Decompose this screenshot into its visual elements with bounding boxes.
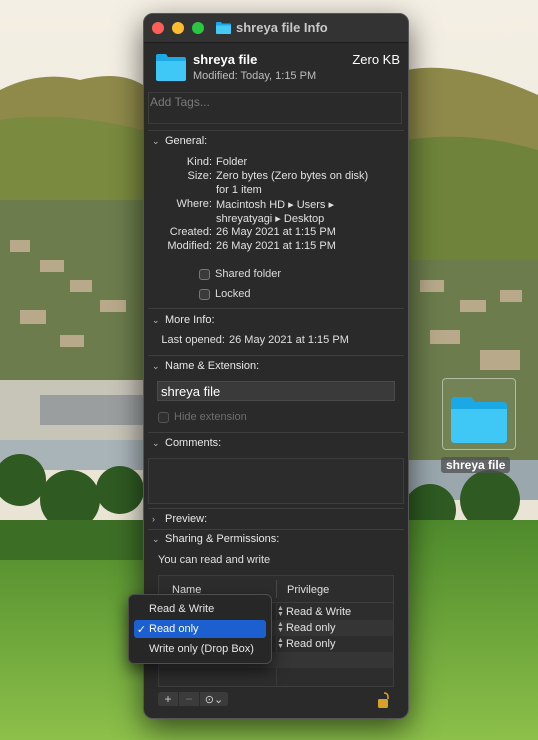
menu-item-read-write[interactable]: Read & Write <box>134 600 266 618</box>
section-preview-title: Preview: <box>165 513 208 525</box>
section-sharing-title: Sharing & Permissions: <box>165 533 280 545</box>
checkmark-icon: ✓ <box>136 623 147 636</box>
divider <box>148 308 404 309</box>
zoom-button[interactable] <box>192 22 204 34</box>
size-row: Size: Zero bytes (Zero bytes on disk) <box>144 170 408 182</box>
modified-label: Modified: <box>167 240 212 252</box>
checkbox[interactable] <box>199 288 210 300</box>
kind-label: Kind: <box>186 156 212 168</box>
modified-row: Modified: 26 May 2021 at 1:15 PM <box>144 240 408 252</box>
file-size-heading: Zero KB <box>352 52 400 67</box>
privilege-value: Read & Write <box>285 606 352 618</box>
modified-value: 26 May 2021 at 1:15 PM <box>216 240 336 252</box>
privilege-value: Read only <box>285 638 336 650</box>
divider <box>148 355 404 356</box>
size-value: Zero bytes (Zero bytes on disk) <box>216 170 369 182</box>
desktop-folder-label[interactable]: shreya file <box>441 457 511 473</box>
section-general-title: General: <box>165 135 208 147</box>
checkbox[interactable] <box>158 411 169 423</box>
section-more-info-title: More Info: <box>165 314 215 326</box>
folder-icon <box>451 397 507 443</box>
menu-item-write-only[interactable]: Write only (Drop Box) <box>134 640 266 658</box>
kind-value: Folder <box>216 156 248 168</box>
size-value-items: for 1 item <box>216 184 262 196</box>
close-button[interactable] <box>152 22 164 34</box>
hide-extension-checkbox[interactable]: Hide extension <box>158 411 247 423</box>
column-header-privilege[interactable]: Privilege <box>287 584 329 596</box>
remove-user-button[interactable]: − <box>179 692 200 706</box>
locked-label: Locked <box>215 288 251 300</box>
menu-item-label: Read & Write <box>149 603 215 615</box>
size-label: Size: <box>187 170 212 182</box>
divider <box>148 529 404 530</box>
created-row: Created: 26 May 2021 at 1:15 PM <box>144 226 408 238</box>
checkbox[interactable] <box>199 268 210 280</box>
chevron-down-icon: ⌄ <box>152 314 160 325</box>
title-bar[interactable]: shreya file Info <box>144 14 408 43</box>
chevron-down-icon: ⌄ <box>152 360 160 371</box>
kind-row: Kind: Folder <box>144 156 408 168</box>
tags-input[interactable]: Add Tags... <box>148 92 402 124</box>
chevron-down-icon: ⌄ <box>152 135 160 146</box>
column-divider <box>276 580 277 598</box>
up-down-arrow-icon: ▲ ▼ <box>277 605 284 618</box>
created-label: Created: <box>169 226 212 238</box>
shared-folder-checkbox[interactable]: Shared folder <box>199 268 281 280</box>
action-menu-button[interactable]: ⊙⌄ <box>200 692 229 706</box>
shared-folder-label: Shared folder <box>215 268 282 280</box>
last-opened-value: 26 May 2021 at 1:15 PM <box>229 334 349 346</box>
divider <box>148 130 404 131</box>
privilege-popup-menu: Read & Write ✓ Read only Write only (Dro… <box>128 594 272 664</box>
minimize-button[interactable] <box>172 22 184 34</box>
where-row-cont: shreyatyagi ▸ Desktop <box>144 212 408 225</box>
section-comments-toggle[interactable]: ⌄ Comments: <box>152 437 221 449</box>
privilege-value: Read only <box>285 622 336 634</box>
folder-icon <box>156 54 186 81</box>
up-down-arrow-icon: ▲ ▼ <box>277 637 284 650</box>
modified-summary: Modified: Today, 1:15 PM <box>193 70 317 82</box>
file-name-heading: shreya file <box>193 52 258 67</box>
section-sharing-toggle[interactable]: ⌄ Sharing & Permissions: <box>152 533 279 545</box>
created-value: 26 May 2021 at 1:15 PM <box>216 226 336 238</box>
section-name-extension-title: Name & Extension: <box>165 360 260 372</box>
menu-item-label: Read only <box>149 623 199 635</box>
divider <box>148 508 404 509</box>
desktop-folder-icon-frame[interactable] <box>442 378 516 450</box>
section-preview-toggle[interactable]: › Preview: <box>152 513 207 525</box>
lock-icon[interactable] <box>377 691 391 709</box>
menu-item-read-only[interactable]: ✓ Read only <box>134 620 266 638</box>
permissions-toolbar: + − ⊙⌄ <box>158 692 229 706</box>
comments-textarea[interactable] <box>148 458 404 504</box>
where-row: Where: Macintosh HD ▸ Users ▸ <box>144 198 408 211</box>
hide-extension-label: Hide extension <box>174 411 247 423</box>
folder-icon <box>216 22 231 34</box>
where-value-path: shreyatyagi ▸ Desktop <box>216 213 325 225</box>
chevron-down-icon: ⌄ <box>152 437 160 448</box>
divider <box>148 432 404 433</box>
chevron-right-icon: › <box>152 514 155 524</box>
where-value: Macintosh HD ▸ Users ▸ <box>216 199 335 211</box>
section-more-info-toggle[interactable]: ⌄ More Info: <box>152 314 215 326</box>
up-down-arrow-icon: ▲ ▼ <box>277 621 284 634</box>
last-opened-label: Last opened: <box>161 334 225 346</box>
privilege-popup[interactable]: ▲ ▼ Read & Write <box>277 605 352 618</box>
size-row-cont: for 1 item <box>144 184 408 196</box>
chevron-down-icon: ⌄ <box>152 533 160 544</box>
menu-item-label: Write only (Drop Box) <box>149 643 254 655</box>
window-title: shreya file Info <box>236 20 328 35</box>
section-name-extension-toggle[interactable]: ⌄ Name & Extension: <box>152 360 259 372</box>
permission-summary: You can read and write <box>158 554 271 566</box>
privilege-popup[interactable]: ▲ ▼ Read only <box>277 637 336 650</box>
add-user-button[interactable]: + <box>158 692 179 706</box>
privilege-popup[interactable]: ▲ ▼ Read only <box>277 621 336 634</box>
section-general-toggle[interactable]: ⌄ General: <box>152 135 207 147</box>
last-opened-row: Last opened: 26 May 2021 at 1:15 PM <box>144 334 408 346</box>
section-comments-title: Comments: <box>165 437 222 449</box>
name-field[interactable] <box>157 381 395 401</box>
where-label: Where: <box>176 198 212 210</box>
locked-checkbox[interactable]: Locked <box>199 288 250 300</box>
